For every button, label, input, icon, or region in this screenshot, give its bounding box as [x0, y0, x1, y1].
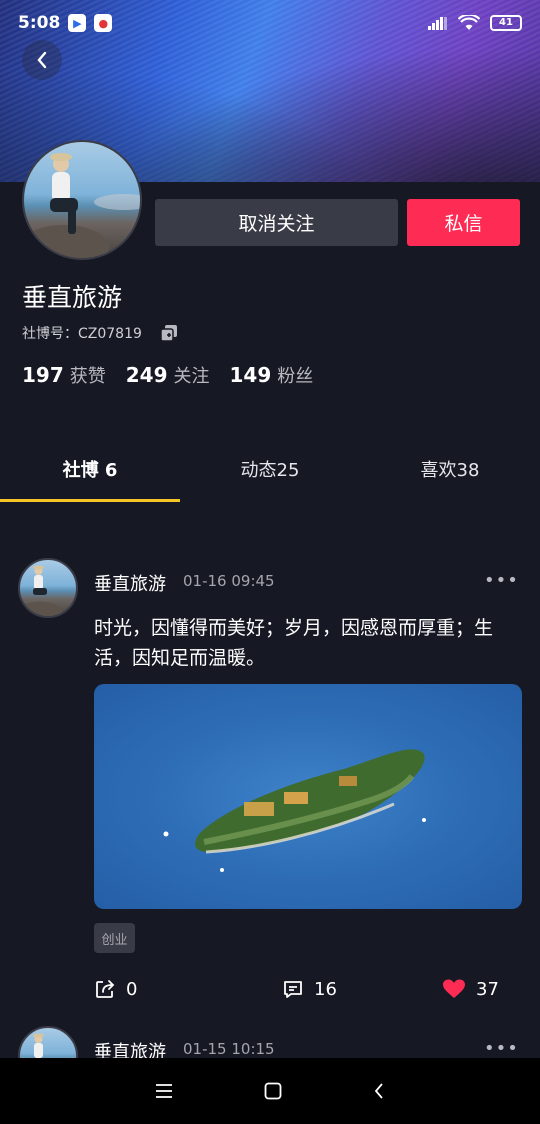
app-notification-icon: ▶ — [68, 14, 87, 32]
tab-posts[interactable]: 社博 6 — [0, 440, 180, 502]
stat-likes[interactable]: 197 获赞 — [22, 362, 106, 388]
post-image[interactable] — [94, 684, 522, 909]
post-time: 01-15 10:15 — [183, 1040, 275, 1058]
like-button[interactable]: 37 — [442, 978, 499, 1000]
avatar-photo — [33, 1033, 44, 1058]
back-nav-icon[interactable] — [373, 1082, 385, 1100]
map-notification-icon: ● — [94, 14, 113, 32]
signal-icon — [428, 17, 447, 30]
home-icon[interactable] — [264, 1082, 282, 1100]
profile-tabs: 社博 6 动态25 喜欢38 — [0, 440, 540, 502]
post-actions: 0 16 37 — [94, 978, 499, 1008]
comment-icon — [284, 981, 302, 998]
comment-button[interactable]: 16 — [282, 978, 337, 1000]
status-bar: 5:08 ▶ ● 41 — [0, 0, 540, 46]
stat-likes-value: 197 — [22, 363, 64, 387]
stat-following[interactable]: 249 关注 — [126, 362, 210, 388]
message-button[interactable]: 私信 — [407, 199, 520, 246]
share-button[interactable]: 0 — [94, 978, 137, 1000]
post-item: 垂直旅游 01-15 10:15 ••• — [0, 1024, 540, 1058]
menu-icon[interactable] — [155, 1083, 173, 1099]
stat-followers[interactable]: 149 粉丝 — [230, 362, 314, 388]
tab-activity[interactable]: 动态25 — [180, 440, 360, 502]
like-count: 37 — [476, 978, 499, 1000]
copy-icon[interactable] — [160, 324, 178, 342]
more-dots-icon[interactable]: ••• — [484, 1038, 519, 1058]
stat-likes-label: 获赞 — [69, 366, 106, 387]
profile-name: 垂直旅游 — [22, 283, 123, 312]
post-time: 01-16 09:45 — [183, 572, 275, 590]
back-button[interactable] — [22, 40, 62, 80]
chevron-left-icon — [37, 51, 47, 69]
comment-count: 16 — [314, 978, 337, 1000]
avatar-photo — [24, 153, 140, 258]
unfollow-button[interactable]: 取消关注 — [155, 199, 398, 246]
post-item: 垂直旅游 01-16 09:45 ••• 时光，因懂得而美好；岁月，因感恩而厚重… — [0, 556, 540, 1016]
stat-followers-value: 149 — [229, 363, 272, 387]
status-indicators: 41 — [428, 15, 522, 31]
profile-avatar[interactable] — [22, 140, 142, 260]
system-nav-bar — [0, 1058, 540, 1124]
post-author[interactable]: 垂直旅游 — [94, 570, 166, 596]
post-text: 时光，因懂得而美好；岁月，因感恩而厚重；生活，因知足而温暖。 — [94, 617, 494, 669]
post-tag[interactable]: 创业 — [94, 923, 135, 953]
heart-icon — [443, 979, 465, 998]
profile-stats: 197 获赞 249 关注 149 粉丝 — [22, 362, 313, 388]
share-icon — [96, 980, 115, 998]
post-author[interactable]: 垂直旅游 — [94, 1038, 166, 1058]
tab-likes[interactable]: 喜欢38 — [360, 440, 540, 502]
avatar-photo — [20, 565, 63, 616]
status-time: 5:08 — [18, 13, 61, 33]
stat-followers-label: 粉丝 — [277, 366, 314, 387]
stat-following-label: 关注 — [173, 366, 210, 387]
battery-icon: 41 — [490, 15, 522, 31]
profile-id: 社博号：CZ07819 — [22, 326, 142, 342]
stat-following-value: 249 — [125, 363, 168, 387]
share-count: 0 — [126, 978, 138, 1000]
post-avatar[interactable] — [18, 558, 78, 618]
profile-id-row: 社博号：CZ07819 — [22, 323, 178, 343]
more-dots-icon[interactable]: ••• — [484, 570, 519, 591]
post-avatar[interactable] — [18, 1026, 78, 1058]
wifi-icon — [458, 15, 480, 30]
island-photo — [163, 749, 426, 872]
